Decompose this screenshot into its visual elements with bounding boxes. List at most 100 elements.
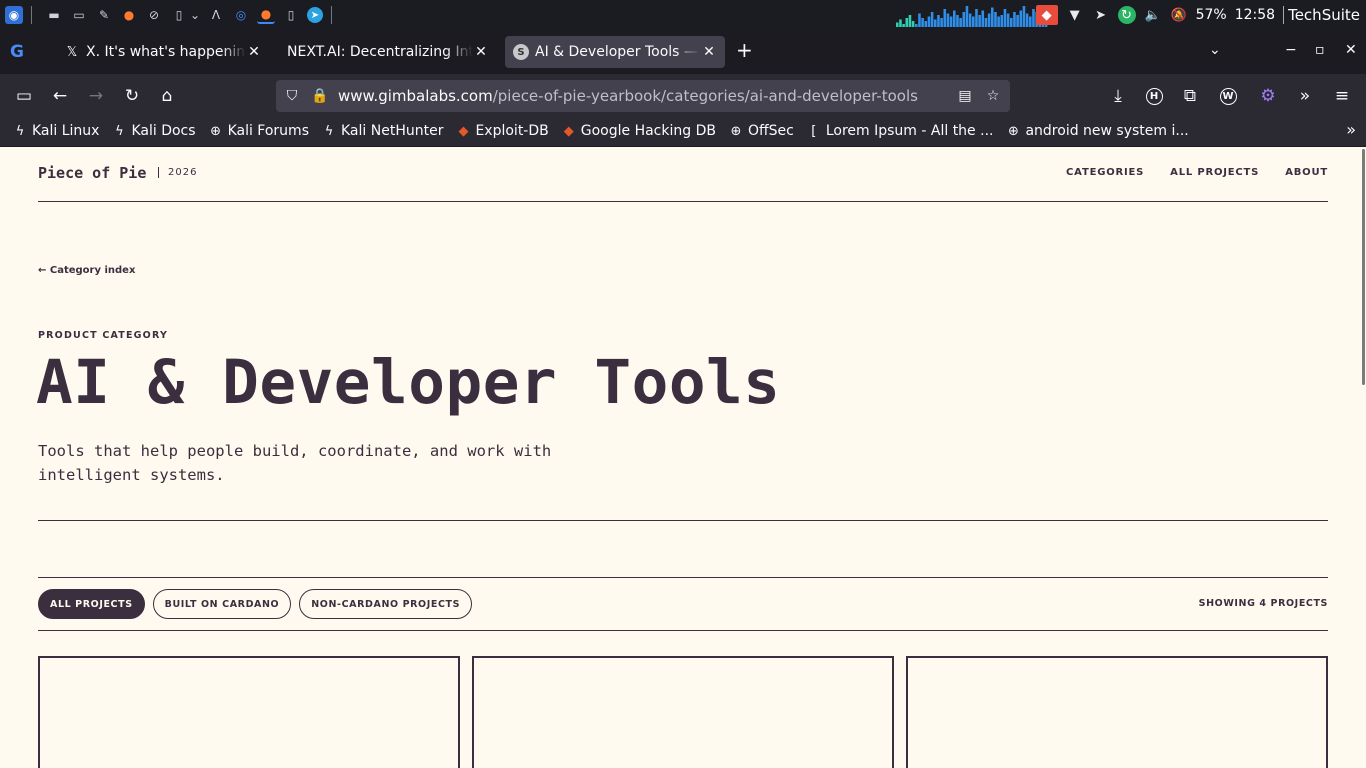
filter-non-cardano-projects[interactable]: NON-CARDANO PROJECTS — [299, 589, 473, 619]
user-name[interactable]: TechSuite — [1283, 6, 1360, 24]
extension-gear-icon[interactable]: ⚙ — [1258, 86, 1278, 106]
bookmark-label: OffSec — [747, 123, 794, 139]
blocked-icon[interactable]: ⊘ — [145, 6, 163, 24]
bookmark-label: Exploit-DB — [475, 123, 549, 139]
project-card[interactable] — [38, 656, 460, 768]
bookmark-android-new-system[interactable]: ⊕ android new system i... — [1005, 123, 1189, 139]
activity-bar — [956, 15, 959, 27]
bookmark-lorem-ipsum[interactable]: [Lorem Ipsum - All the ... — [806, 123, 993, 139]
workspace-icon[interactable]: ▬ — [45, 6, 63, 24]
activity-bar — [972, 16, 975, 27]
extension-h-icon[interactable]: H — [1144, 86, 1164, 106]
project-card[interactable] — [906, 656, 1328, 768]
home-icon[interactable]: ⌂ — [157, 86, 177, 106]
globe-icon: ⊕ — [210, 123, 222, 139]
chevron-down-icon[interactable]: ⌄ — [190, 6, 200, 24]
reload-icon[interactable]: ↻ — [122, 86, 142, 106]
close-window-icon[interactable]: ✕ — [1345, 42, 1357, 58]
downloads-icon[interactable]: ⤓ — [1108, 86, 1128, 106]
tab-title: NEXT.AI: Decentralizing Intelligence — [287, 44, 473, 60]
bookmark-label: Kali Docs — [131, 123, 196, 139]
battery-indicator[interactable]: 57% — [1196, 7, 1227, 23]
category-index-link[interactable]: ← Category index — [38, 265, 135, 276]
activity-bar — [959, 18, 962, 27]
terminal-launcher-icon[interactable]: ▯ — [170, 6, 188, 24]
text-editor-icon[interactable]: ✎ — [95, 6, 113, 24]
activity-bar — [896, 22, 899, 27]
activity-bar — [1010, 18, 1013, 27]
update-icon[interactable]: ↻ — [1117, 6, 1136, 24]
url-text[interactable]: www.gimbalabs.com/piece-of-pie-yearbook/… — [338, 87, 918, 105]
terminal-window-icon[interactable]: ▯ — [282, 6, 300, 24]
url-path: /piece-of-pie-yearbook/categories/ai-and… — [492, 87, 918, 105]
notifications-muted-icon[interactable]: 🔕 — [1170, 6, 1188, 24]
nav-all-projects[interactable]: ALL PROJECTS — [1170, 167, 1259, 178]
bookmark-kali-docs[interactable]: ϟ Kali Docs — [111, 123, 195, 139]
tab-title: X. It's what's happening / X — [86, 44, 246, 60]
bookmark-kali-nethunter[interactable]: ϟ Kali NetHunter — [321, 123, 444, 139]
minimize-icon[interactable]: − — [1285, 42, 1297, 58]
activity-bar — [930, 12, 934, 27]
browser-tab-strip: G 𝕏 X. It's what's happening / X ✕ NEXT.… — [0, 30, 1366, 74]
bookmark-offsec[interactable]: ⊕ OffSec — [728, 123, 794, 139]
nav-about[interactable]: ABOUT — [1285, 167, 1328, 178]
telegram-tray-icon[interactable]: ➤ — [1092, 6, 1110, 24]
back-icon[interactable]: ← — [50, 86, 70, 106]
kali-menu-icon[interactable]: ◉ — [5, 6, 23, 24]
site-logo[interactable]: Piece of Pie — [38, 164, 146, 182]
activity-bar — [965, 6, 969, 27]
activity-bar — [927, 16, 931, 27]
tab-x[interactable]: 𝕏 X. It's what's happening / X ✕ — [56, 36, 270, 68]
app-a-icon[interactable]: Λ — [207, 6, 225, 24]
chromium-icon[interactable]: ◎ — [232, 6, 250, 24]
site-nav: CATEGORIES ALL PROJECTS ABOUT — [1066, 167, 1328, 178]
shield-icon[interactable]: ⛉ — [283, 87, 301, 105]
menu-icon[interactable]: ≡ — [1332, 86, 1352, 106]
maximize-icon[interactable]: ▫ — [1315, 42, 1325, 58]
tab-ai-developer-tools[interactable]: S AI & Developer Tools — Piece of Pie ✕ — [505, 36, 725, 68]
firefox-launcher-icon[interactable]: ● — [120, 6, 138, 24]
clock[interactable]: 12:58 — [1235, 7, 1275, 23]
activity-bar — [949, 16, 953, 27]
firefox-window-icon[interactable]: ● — [257, 6, 275, 24]
close-icon[interactable]: ✕ — [473, 44, 489, 60]
divider — [38, 520, 1328, 521]
file-manager-icon[interactable]: ▭ — [70, 6, 88, 24]
activity-bar — [908, 15, 912, 27]
bookmarks-overflow-icon[interactable]: » — [1346, 120, 1356, 139]
url-bar[interactable]: ⛉ 🔒 www.gimbalabs.com/piece-of-pie-yearb… — [276, 80, 1010, 112]
filter-all-projects[interactable]: ALL PROJECTS — [38, 589, 145, 619]
sidebar-icon[interactable]: ▭ — [14, 86, 34, 106]
anydesk-icon[interactable]: ◆ — [1035, 5, 1058, 25]
filter-built-on-cardano[interactable]: BUILT ON CARDANO — [152, 589, 292, 619]
activity-bar — [937, 15, 940, 27]
forward-icon[interactable]: → — [86, 86, 106, 106]
list-all-tabs-icon[interactable]: ⌄ — [1209, 42, 1221, 58]
new-tab-button[interactable]: + — [736, 38, 753, 62]
bookmark-star-icon[interactable]: ☆ — [984, 87, 1002, 105]
close-icon[interactable]: ✕ — [246, 44, 262, 60]
activity-bar — [1016, 15, 1019, 27]
bookmark-kali-linux[interactable]: ϟ Kali Linux — [12, 123, 100, 139]
project-card[interactable] — [472, 656, 894, 768]
wappalyzer-icon[interactable]: W — [1218, 86, 1238, 106]
bookmark-exploit-db[interactable]: ◆ Exploit-DB — [455, 123, 548, 139]
tab-next-ai[interactable]: NEXT.AI: Decentralizing Intelligence ✕ — [279, 36, 497, 68]
page-scrollbar[interactable] — [1362, 149, 1365, 385]
google-icon[interactable]: G — [10, 42, 30, 62]
project-filters: ALL PROJECTS BUILT ON CARDANO NON-CARDAN… — [38, 589, 473, 619]
nav-categories[interactable]: CATEGORIES — [1066, 167, 1144, 178]
volume-icon[interactable]: 🔈 — [1144, 6, 1162, 24]
bookmark-kali-forums[interactable]: ⊕ Kali Forums — [208, 123, 309, 139]
bookmark-label: Google Hacking DB — [580, 123, 716, 139]
close-icon[interactable]: ✕ — [701, 44, 717, 60]
lock-icon[interactable]: 🔒 — [311, 87, 329, 105]
activity-bar — [1003, 9, 1007, 27]
wifi-icon[interactable]: ▼ — [1066, 6, 1084, 24]
extensions-icon[interactable]: ⧉ — [1180, 86, 1200, 106]
more-tools-icon[interactable]: » — [1295, 86, 1315, 106]
bookmark-google-hacking-db[interactable]: ◆ Google Hacking DB — [561, 123, 716, 139]
telegram-icon[interactable]: ➤ — [307, 7, 323, 23]
reader-view-icon[interactable]: ▤ — [956, 87, 974, 105]
activity-bar — [911, 21, 915, 27]
